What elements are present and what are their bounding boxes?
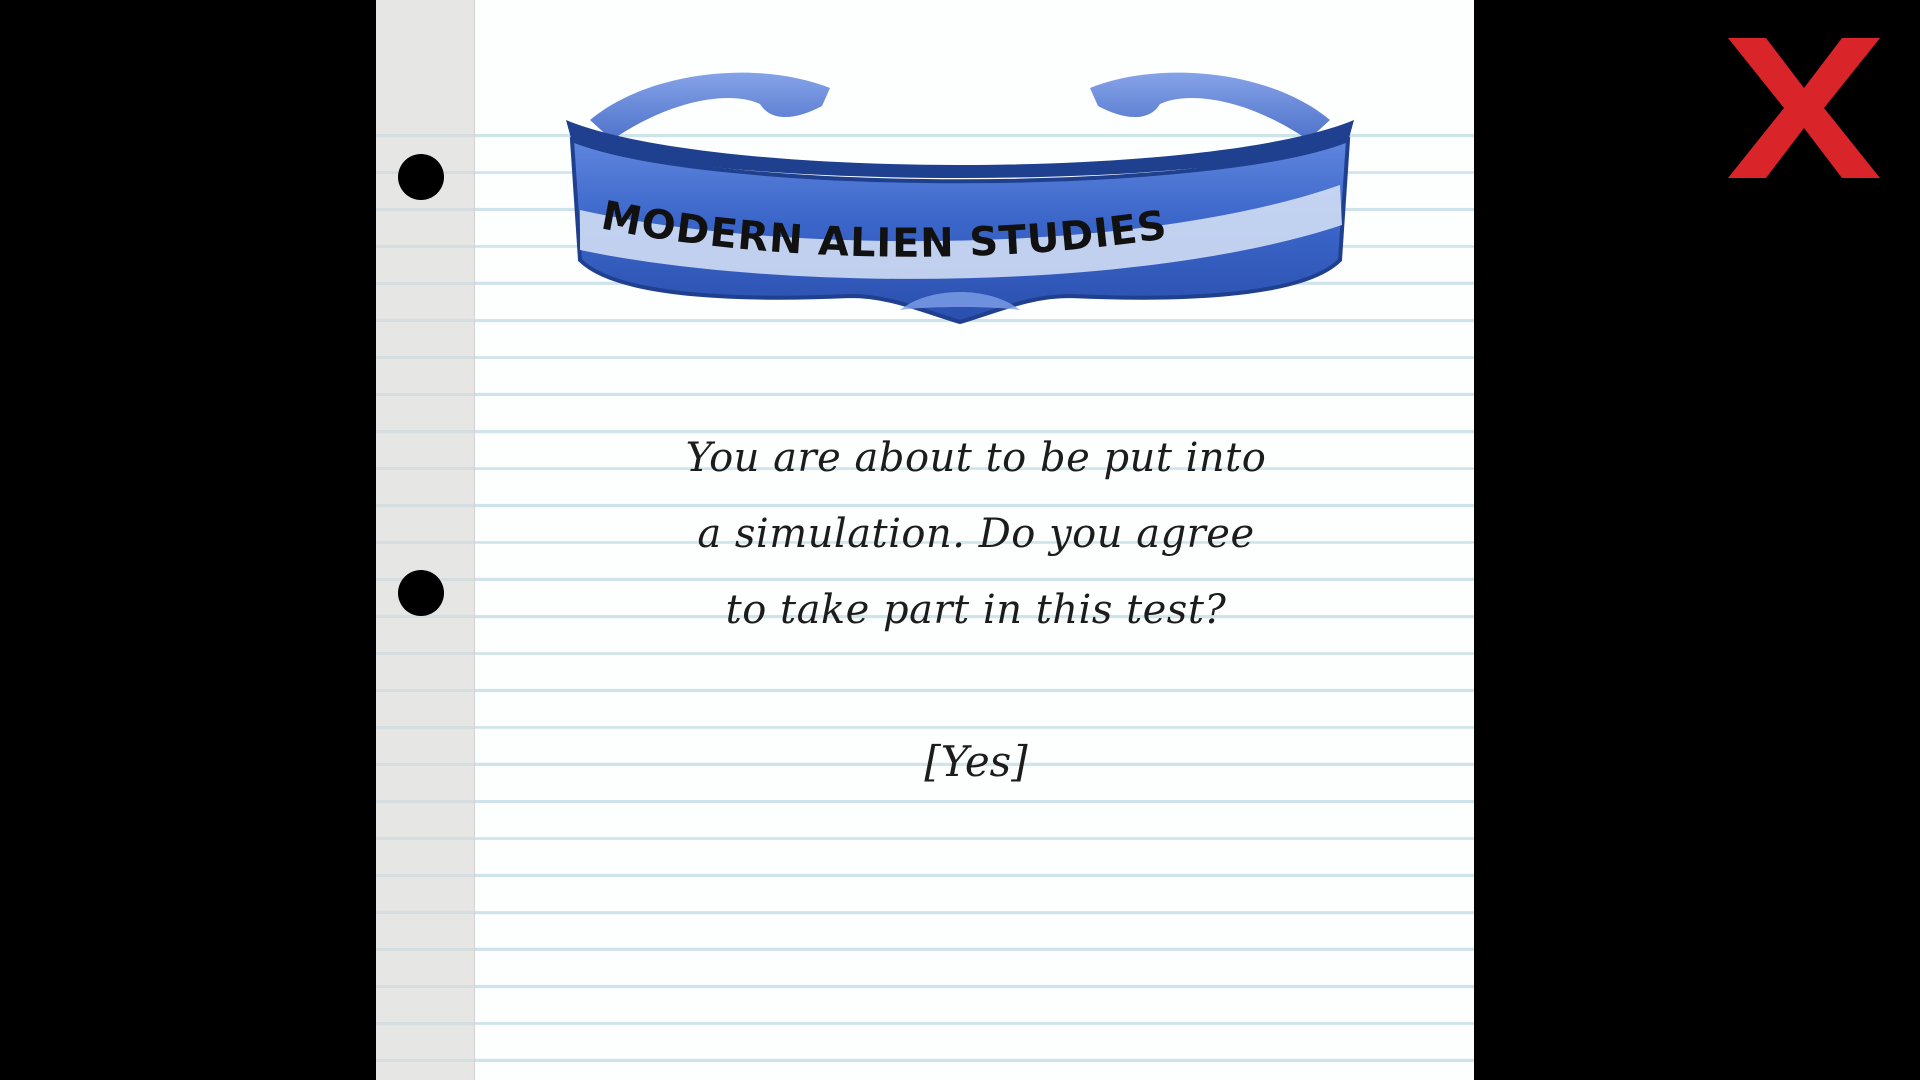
game-screen: MODERN ALIEN STUDIES You are about to be… [0, 0, 1920, 1080]
binder-hole [398, 570, 444, 616]
binder-hole [398, 154, 444, 200]
simulation-prompt: You are about to be put into a simulatio… [616, 420, 1336, 648]
yes-button[interactable]: [Yes] [876, 732, 1076, 792]
prompt-line: to take part in this test? [725, 587, 1227, 633]
close-x-icon[interactable] [1728, 38, 1880, 178]
prompt-line: a simulation. Do you agree [697, 511, 1255, 557]
notebook-paper: MODERN ALIEN STUDIES You are about to be… [376, 0, 1474, 1080]
prompt-line: You are about to be put into [685, 435, 1267, 481]
glasses-logo: MODERN ALIEN STUDIES [566, 72, 1354, 325]
paper-margin [376, 0, 475, 1080]
